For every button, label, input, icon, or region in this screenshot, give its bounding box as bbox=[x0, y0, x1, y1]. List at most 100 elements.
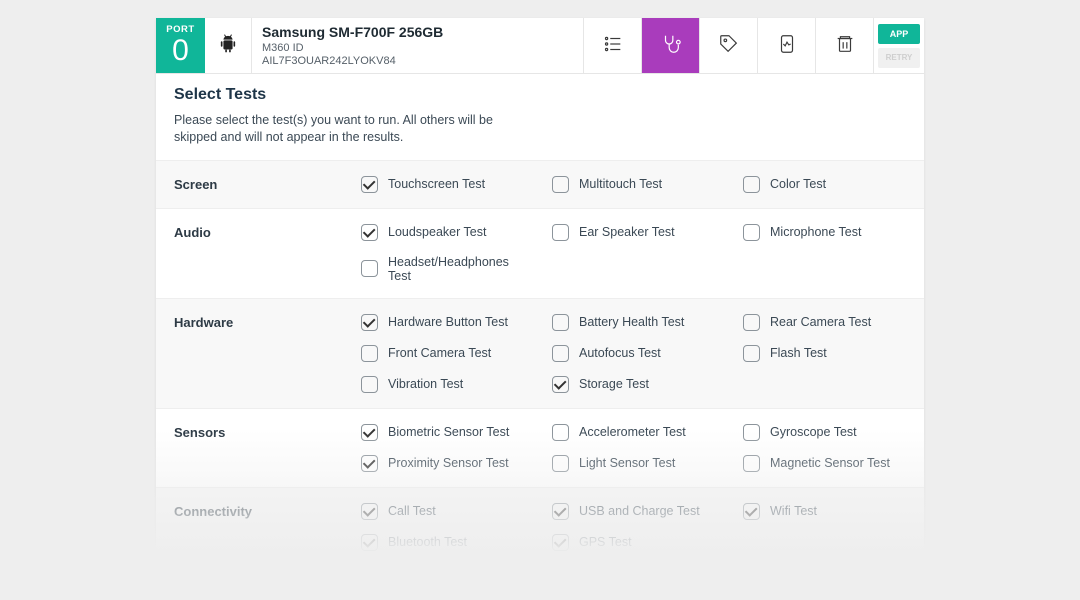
device-header: PORT 0 Samsung SM-F700F 256GB M360 ID bbox=[156, 18, 924, 74]
test-item[interactable]: Loudspeaker Test bbox=[351, 217, 542, 248]
tag-icon bbox=[718, 33, 740, 58]
test-checkbox[interactable] bbox=[552, 376, 569, 393]
test-item[interactable]: Wifi Test bbox=[733, 496, 924, 527]
device-model: Samsung SM-F700F 256GB bbox=[262, 24, 573, 40]
trash-icon bbox=[834, 33, 856, 58]
tests-grid: Touchscreen Test Multitouch TestColor Tes… bbox=[351, 161, 924, 208]
test-label: Bluetooth Test bbox=[388, 535, 467, 549]
app-button[interactable]: APP bbox=[878, 24, 920, 44]
toolbar-report-button[interactable] bbox=[758, 18, 816, 73]
test-checkbox[interactable] bbox=[743, 424, 760, 441]
test-label: Ear Speaker Test bbox=[579, 225, 675, 239]
page-title: Select Tests bbox=[174, 86, 906, 104]
test-item[interactable]: Proximity Sensor Test bbox=[351, 448, 542, 479]
category-row: Sensors Biometric Sensor Test Acceleromete… bbox=[156, 409, 924, 488]
category-label: Connectivity bbox=[156, 488, 351, 535]
test-label: Flash Test bbox=[770, 346, 827, 360]
category-label: Hardware bbox=[156, 299, 351, 346]
test-label: Loudspeaker Test bbox=[388, 225, 486, 239]
test-item[interactable]: Microphone Test bbox=[733, 217, 924, 248]
test-label: Battery Health Test bbox=[579, 315, 684, 329]
test-item[interactable]: Accelerometer Test bbox=[542, 417, 733, 448]
test-item[interactable]: Light Sensor Test bbox=[542, 448, 733, 479]
test-label: Rear Camera Test bbox=[770, 315, 871, 329]
test-label: Light Sensor Test bbox=[579, 456, 675, 470]
toolbar-delete-button[interactable] bbox=[816, 18, 874, 73]
test-item[interactable]: Magnetic Sensor Test bbox=[733, 448, 924, 479]
test-label: Magnetic Sensor Test bbox=[770, 456, 890, 470]
test-item[interactable]: Gyroscope Test bbox=[733, 417, 924, 448]
category-row: Connectivity Call Test USB and Charge Test… bbox=[156, 488, 924, 567]
test-item[interactable]: Call Test bbox=[351, 496, 542, 527]
test-checkbox[interactable] bbox=[552, 534, 569, 551]
test-checkbox[interactable] bbox=[361, 224, 378, 241]
test-item[interactable]: Touchscreen Test bbox=[351, 169, 542, 200]
test-item[interactable]: Color Test bbox=[733, 169, 924, 200]
test-item[interactable]: Vibration Test bbox=[351, 369, 542, 400]
test-label: Hardware Button Test bbox=[388, 315, 508, 329]
test-checkbox[interactable] bbox=[361, 345, 378, 362]
test-item[interactable]: Front Camera Test bbox=[351, 338, 542, 369]
tests-grid: Biometric Sensor Test Accelerometer Test G… bbox=[351, 409, 924, 487]
category-row: ScreenTouchscreen TestMultitouch TestCol… bbox=[156, 161, 924, 209]
test-label: USB and Charge Test bbox=[579, 504, 700, 518]
tests-grid: Loudspeaker Test Ear Speaker Test Micropho… bbox=[351, 209, 924, 298]
test-checkbox[interactable] bbox=[361, 503, 378, 520]
test-item[interactable]: Battery Health Test bbox=[542, 307, 733, 338]
test-checkbox[interactable] bbox=[361, 176, 378, 193]
test-item[interactable]: Multitouch Test bbox=[542, 169, 733, 200]
toolbar-diagnostics-button[interactable] bbox=[642, 18, 700, 73]
test-checkbox[interactable] bbox=[743, 503, 760, 520]
test-checkbox[interactable] bbox=[361, 534, 378, 551]
test-checkbox[interactable] bbox=[552, 345, 569, 362]
retry-button: RETRY bbox=[878, 48, 920, 68]
test-checkbox[interactable] bbox=[552, 455, 569, 472]
test-checkbox[interactable] bbox=[552, 503, 569, 520]
test-checkbox[interactable] bbox=[361, 455, 378, 472]
categories-list: ScreenTouchscreen TestMultitouch TestCol… bbox=[156, 161, 924, 567]
stethoscope-icon bbox=[660, 33, 682, 58]
test-item[interactable]: Storage Test bbox=[542, 369, 733, 400]
test-checkbox[interactable] bbox=[361, 424, 378, 441]
body-header: Select Tests Please select the test(s) y… bbox=[156, 74, 924, 161]
test-item[interactable]: Flash Test bbox=[733, 338, 924, 369]
test-item[interactable]: Headset/Headphones Test bbox=[351, 248, 542, 290]
test-checkbox[interactable] bbox=[743, 455, 760, 472]
test-checkbox[interactable] bbox=[743, 345, 760, 362]
test-label: Front Camera Test bbox=[388, 346, 491, 360]
toolbar-list-button[interactable] bbox=[584, 18, 642, 73]
test-item[interactable]: Rear Camera Test bbox=[733, 307, 924, 338]
test-checkbox[interactable] bbox=[361, 376, 378, 393]
test-checkbox[interactable] bbox=[552, 314, 569, 331]
test-item[interactable]: GPS Test bbox=[542, 527, 733, 558]
test-checkbox[interactable] bbox=[361, 260, 378, 277]
test-label: Gyroscope Test bbox=[770, 425, 857, 439]
test-label: Biometric Sensor Test bbox=[388, 425, 509, 439]
test-label: Call Test bbox=[388, 504, 436, 518]
test-item[interactable]: Bluetooth Test bbox=[351, 527, 542, 558]
tests-grid: Hardware Button Test Battery Health Test R… bbox=[351, 299, 924, 408]
toolbar-tag-button[interactable] bbox=[700, 18, 758, 73]
device-info: Samsung SM-F700F 256GB M360 ID AIL7F3OUA… bbox=[252, 18, 584, 73]
test-checkbox[interactable] bbox=[552, 424, 569, 441]
test-item[interactable]: Biometric Sensor Test bbox=[351, 417, 542, 448]
device-panel: PORT 0 Samsung SM-F700F 256GB M360 ID bbox=[156, 18, 924, 567]
test-checkbox[interactable] bbox=[552, 224, 569, 241]
report-icon bbox=[776, 33, 798, 58]
test-checkbox[interactable] bbox=[743, 224, 760, 241]
test-checkbox[interactable] bbox=[743, 176, 760, 193]
category-label: Sensors bbox=[156, 409, 351, 456]
test-item[interactable]: USB and Charge Test bbox=[542, 496, 733, 527]
android-icon bbox=[217, 33, 239, 58]
test-item[interactable]: Autofocus Test bbox=[542, 338, 733, 369]
platform-icon-box bbox=[205, 18, 252, 73]
test-checkbox[interactable] bbox=[743, 314, 760, 331]
test-label: Touchscreen Test bbox=[388, 177, 485, 191]
tests-grid: Call Test USB and Charge Test Wifi Test Blu… bbox=[351, 488, 924, 566]
test-checkbox[interactable] bbox=[552, 176, 569, 193]
test-item[interactable]: Hardware Button Test bbox=[351, 307, 542, 338]
test-item[interactable]: Ear Speaker Test bbox=[542, 217, 733, 248]
test-checkbox[interactable] bbox=[361, 314, 378, 331]
port-box: PORT 0 bbox=[156, 18, 205, 73]
test-label: Wifi Test bbox=[770, 504, 817, 518]
